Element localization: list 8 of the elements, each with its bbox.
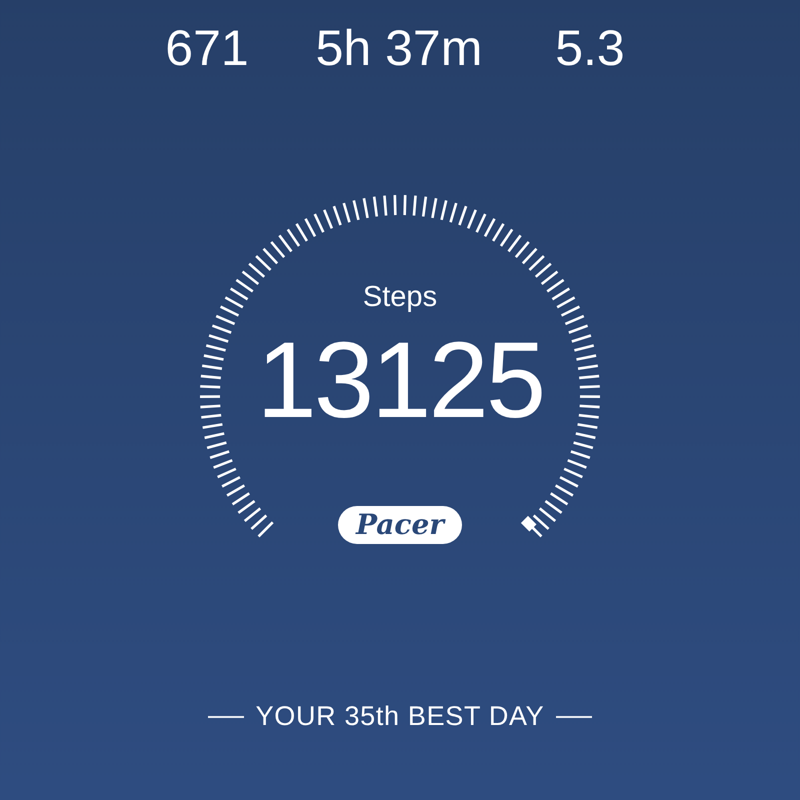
stat-value: 671 (165, 19, 249, 78)
progress-marker (520, 516, 536, 532)
steps-count: 13125 (256, 326, 544, 434)
stat-value: 5h 37m (316, 19, 482, 78)
stat-value: 5.3 (555, 19, 625, 78)
steps-label: Steps (362, 283, 438, 312)
pacer-logo: Pacer (338, 506, 462, 544)
best-day-caption: YOUR 35th BEST DAY (256, 703, 544, 730)
